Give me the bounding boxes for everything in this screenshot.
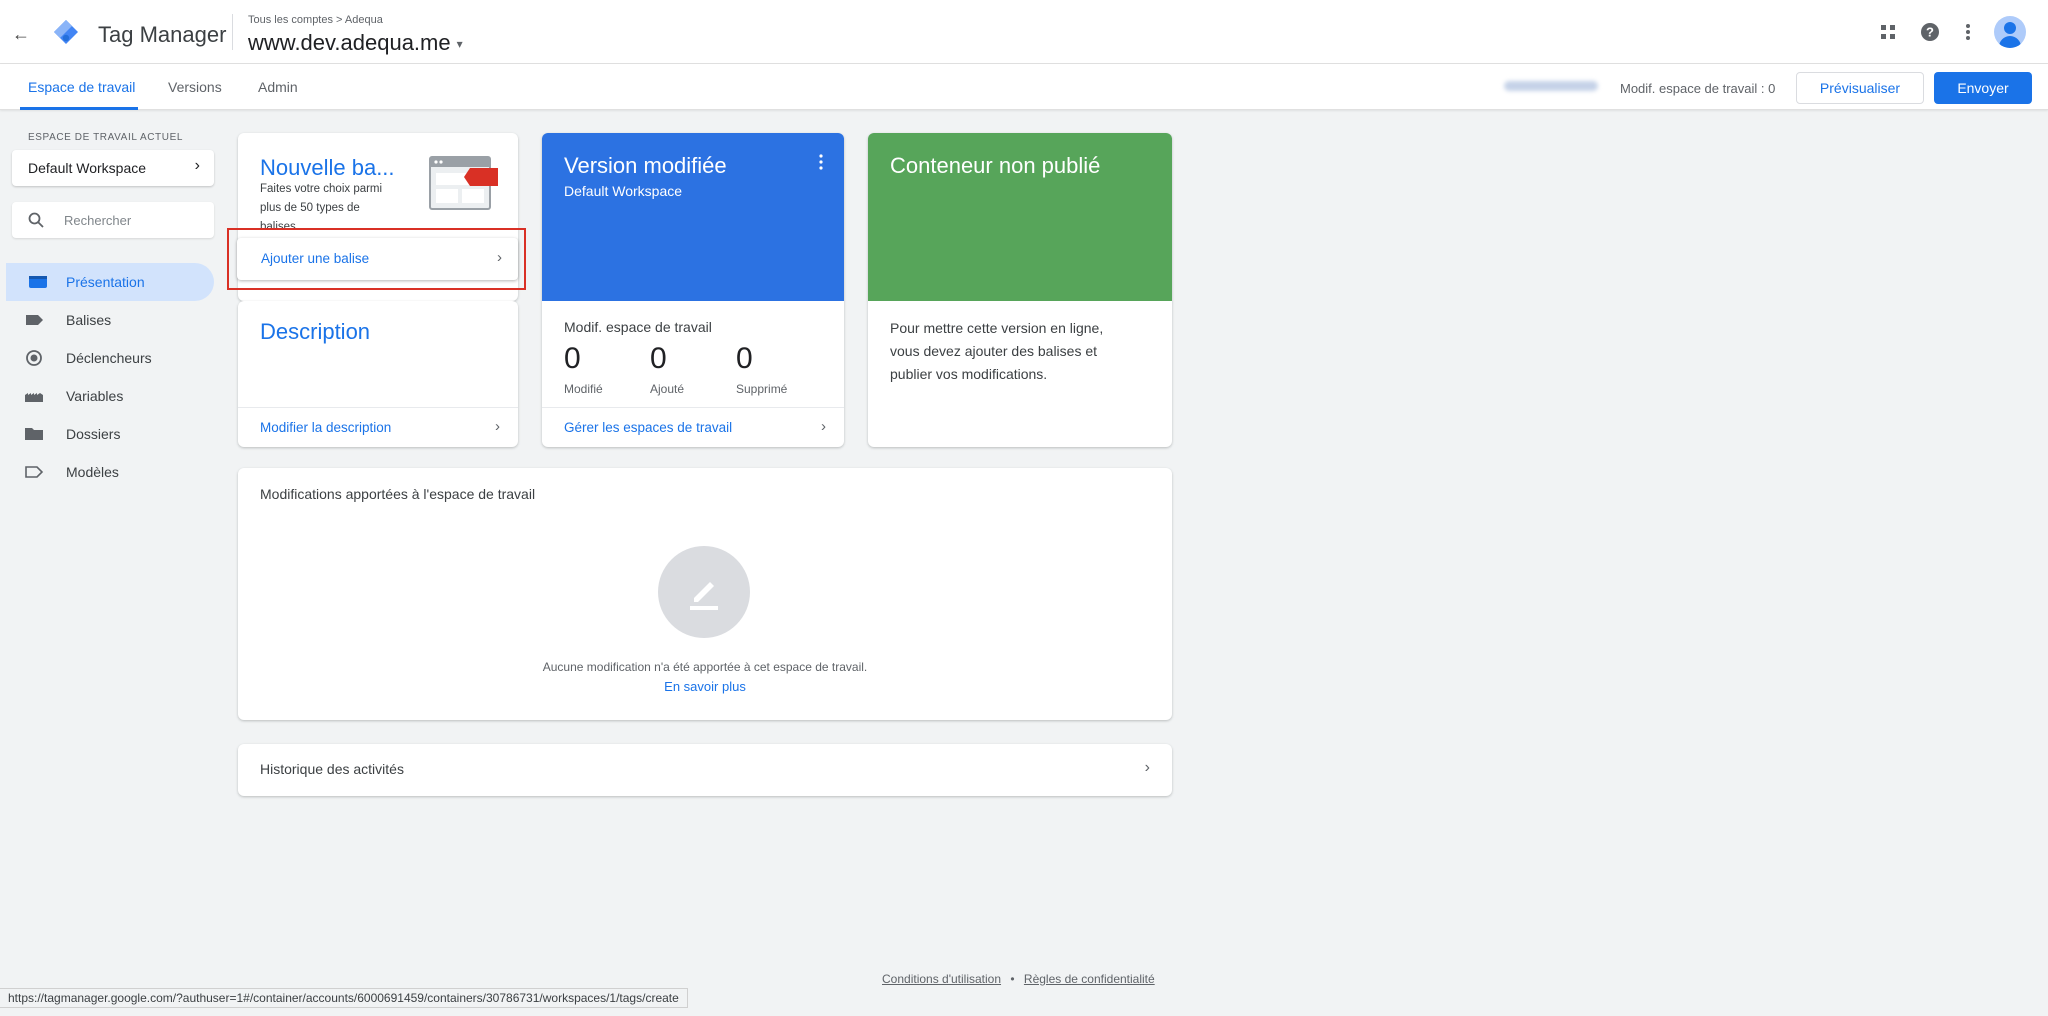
stat-added-value: 0 — [650, 342, 667, 375]
tab-workspace[interactable]: Espace de travail — [28, 79, 135, 95]
top-bar: ← Tag Manager Tous les comptes > Adequa … — [0, 0, 2048, 64]
sidebar-item-folders[interactable]: Dossiers — [0, 415, 214, 453]
sidebar-item-label: Balises — [66, 312, 112, 328]
tag-icon — [26, 315, 43, 325]
active-tab-indicator — [20, 107, 138, 110]
overview-icon — [29, 276, 47, 288]
chevron-right-icon: › — [1144, 759, 1150, 776]
edit-pencil-icon — [658, 546, 750, 638]
container-card-header: Conteneur non publié — [868, 133, 1172, 301]
container-message: Pour mettre cette version en ligne, vous… — [890, 320, 1104, 382]
description-card: Description Modifier la description › — [238, 301, 518, 447]
submit-button[interactable]: Envoyer — [1934, 72, 2032, 104]
arrow-left-icon[interactable]: ← — [12, 24, 30, 45]
new-tag-title: Nouvelle ba... — [260, 155, 395, 180]
current-workspace-label: ESPACE DE TRAVAIL ACTUEL — [28, 132, 184, 143]
sub-navigation: Espace de travail Versions Admin Modif. … — [0, 64, 2048, 110]
more-vert-icon[interactable] — [1958, 22, 1978, 42]
tag-manager-logo-icon — [54, 20, 78, 44]
sidebar-search[interactable] — [12, 202, 214, 238]
stat-deleted-value: 0 — [736, 342, 753, 375]
version-card-header: Version modifiée Default Workspace — [542, 133, 844, 301]
breadcrumb[interactable]: Tous les comptes > Adequa — [248, 14, 383, 26]
stats-title: Modif. espace de travail — [564, 319, 712, 335]
redacted-info — [1504, 81, 1598, 91]
browser-status-url: https://tagmanager.google.com/?authuser=… — [0, 988, 688, 1008]
stat-modified-value: 0 — [564, 342, 581, 375]
privacy-link[interactable]: Règles de confidentialité — [1024, 972, 1155, 986]
chevron-right-icon: › — [497, 249, 502, 266]
apps-grid-icon[interactable] — [1878, 22, 1898, 42]
trigger-icon — [26, 350, 42, 366]
help-icon[interactable]: ? — [1920, 22, 1940, 42]
header-divider — [232, 14, 233, 50]
template-icon — [25, 466, 44, 478]
version-subtitle: Default Workspace — [564, 183, 683, 199]
description-title: Description — [260, 319, 371, 344]
caret-down-icon: ▾ — [456, 37, 463, 52]
sidebar-item-triggers[interactable]: Déclencheurs — [0, 339, 214, 377]
sidebar-item-label: Dossiers — [66, 426, 121, 442]
preview-button[interactable]: Prévisualiser — [1796, 72, 1924, 104]
container-selector[interactable]: www.dev.adequa.me ▾ — [248, 30, 463, 56]
footer-separator: • — [1010, 972, 1015, 986]
stat-added-label: Ajouté — [650, 382, 685, 396]
variables-icon — [25, 393, 43, 402]
workspace-name: Default Workspace — [28, 160, 147, 176]
container-title: Conteneur non publié — [890, 153, 1101, 178]
sidebar-item-overview[interactable]: Présentation — [6, 263, 214, 301]
learn-more-wrapper: En savoir plus — [238, 678, 1172, 696]
workspace-selector[interactable]: Default Workspace › — [12, 150, 214, 186]
sidebar-item-label: Modèles — [66, 464, 119, 480]
activity-history-title: Historique des activités — [260, 761, 404, 777]
tab-versions[interactable]: Versions — [168, 79, 222, 95]
manage-workspaces-link[interactable]: Gérer les espaces de travail › — [542, 407, 844, 447]
version-title: Version modifiée — [564, 153, 727, 178]
sidebar-item-tags[interactable]: Balises — [0, 301, 214, 339]
search-input[interactable] — [64, 208, 204, 232]
chevron-right-icon: › — [194, 157, 200, 174]
tag-illustration-icon — [429, 156, 498, 210]
svg-text:?: ? — [1926, 25, 1934, 40]
empty-state-text: Aucune modification n'a été apportée à c… — [542, 660, 868, 674]
chevron-right-icon: › — [821, 418, 826, 435]
sidebar-item-templates[interactable]: Modèles — [0, 453, 214, 491]
version-card: Version modifiée Default Workspace Modif… — [542, 133, 844, 447]
account-avatar-icon[interactable] — [1994, 16, 2026, 48]
terms-link[interactable]: Conditions d'utilisation — [882, 972, 1001, 986]
workspace-changes-title: Modifications apportées à l'espace de tr… — [260, 486, 536, 502]
sidebar-item-label: Variables — [66, 388, 124, 404]
stat-modified-label: Modifié — [564, 382, 603, 396]
workspace-changes-count: Modif. espace de travail : 0 — [1620, 81, 1776, 96]
learn-more-link[interactable]: En savoir plus — [664, 679, 746, 694]
stat-deleted-label: Supprimé — [736, 382, 788, 396]
app-name: Tag Manager — [98, 22, 227, 47]
chevron-right-icon: › — [495, 418, 500, 435]
edit-description-link[interactable]: Modifier la description › — [238, 407, 518, 447]
sidebar-item-label: Déclencheurs — [66, 350, 152, 366]
tab-admin[interactable]: Admin — [258, 79, 298, 95]
new-tag-description: Faites votre choix parmi plus de 50 type… — [260, 183, 383, 230]
add-tag-button[interactable]: Ajouter une balise › — [237, 238, 518, 280]
activity-history-card[interactable]: Historique des activités › — [238, 744, 1172, 796]
more-vert-icon[interactable] — [818, 153, 824, 171]
footer-links: Conditions d'utilisation • Règles de con… — [882, 972, 1155, 986]
container-name: www.dev.adequa.me — [248, 30, 451, 55]
container-card: Conteneur non publié Pour mettre cette v… — [868, 133, 1172, 447]
sidebar-item-variables[interactable]: Variables — [0, 377, 214, 415]
sidebar-item-label: Présentation — [66, 274, 145, 290]
search-icon — [28, 212, 44, 228]
folder-icon — [25, 428, 43, 440]
